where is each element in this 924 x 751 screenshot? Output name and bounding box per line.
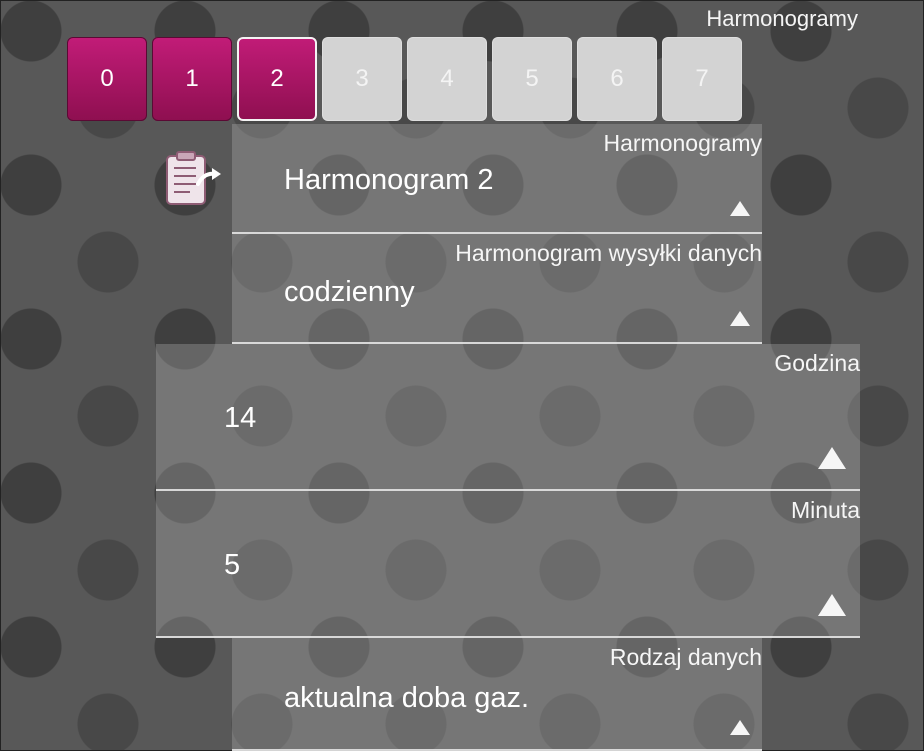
tab-7[interactable]: 7 <box>662 37 742 121</box>
hour-value: 14 <box>224 402 257 434</box>
minute-label: Minuta <box>790 497 860 523</box>
hour-label: Godzina <box>774 350 860 376</box>
harmonogram-value: Harmonogram 2 <box>284 164 494 196</box>
tab-4[interactable]: 4 <box>407 37 487 121</box>
triangle-up-icon <box>730 720 750 735</box>
tab-5[interactable]: 5 <box>492 37 572 121</box>
data-type-select[interactable]: Rodzaj danych aktualna doba gaz. <box>232 638 762 751</box>
schedule-label: Harmonogram wysyłki danych <box>455 240 762 266</box>
data-type-label: Rodzaj danych <box>609 644 762 670</box>
harmonogram-select[interactable]: Harmonogramy Harmonogram 2 <box>232 124 762 234</box>
tab-0[interactable]: 0 <box>67 37 147 121</box>
schedule-value: codzienny <box>284 276 415 308</box>
schedule-select[interactable]: Harmonogram wysyłki danych codzienny <box>232 234 762 344</box>
harmonogram-label: Harmonogramy <box>603 130 763 156</box>
tab-1[interactable]: 1 <box>152 37 232 121</box>
triangle-up-icon <box>818 447 846 469</box>
triangle-up-icon <box>730 201 750 216</box>
hour-select[interactable]: Godzina 14 <box>156 344 860 491</box>
tab-2[interactable]: 2 <box>237 37 317 121</box>
tab-3[interactable]: 3 <box>322 37 402 121</box>
minute-value: 5 <box>224 549 241 581</box>
page-title: Harmonogramy <box>706 6 858 31</box>
data-type-value: aktualna doba gaz. <box>284 682 530 714</box>
triangle-up-icon <box>730 311 750 326</box>
triangle-up-icon <box>818 594 846 616</box>
tab-bar: 0 1 2 3 4 5 6 7 <box>67 37 742 121</box>
document-arrow-icon[interactable] <box>164 150 224 208</box>
minute-select[interactable]: Minuta 5 <box>156 491 860 638</box>
tab-6[interactable]: 6 <box>577 37 657 121</box>
